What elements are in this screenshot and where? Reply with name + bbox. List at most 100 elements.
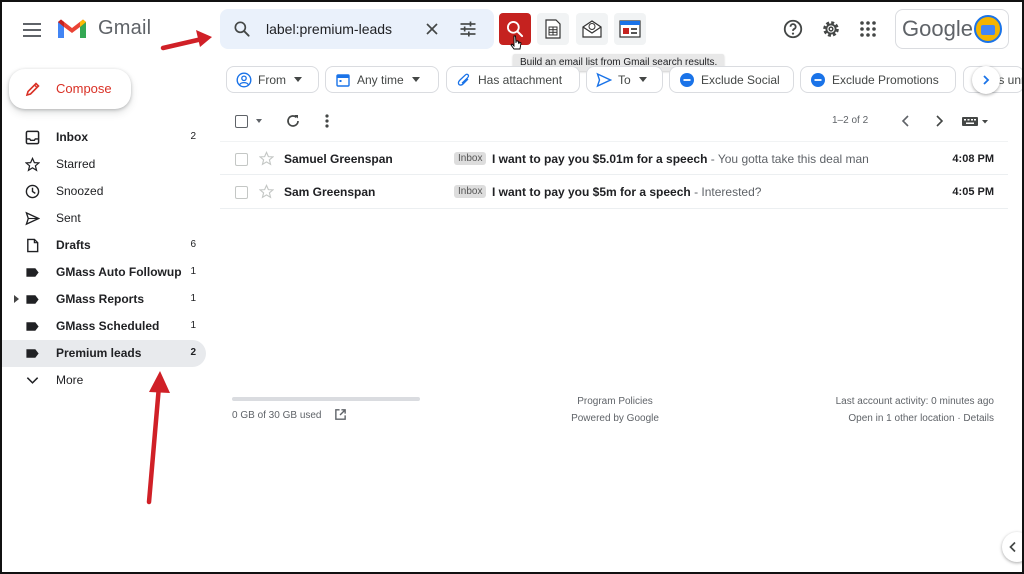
minus-circle-icon: [811, 72, 825, 87]
email-sender: Samuel Greenspan: [284, 152, 393, 166]
email-sender: Sam Greenspan: [284, 185, 376, 199]
email-snippet: - Interested?: [690, 185, 762, 199]
filter-to-chip[interactable]: To: [586, 66, 663, 93]
sidebar-item-label: Sent: [56, 211, 81, 225]
chip-label: Exclude Social: [701, 72, 780, 87]
search-icon[interactable]: [232, 19, 252, 39]
chevron-down-icon: [26, 377, 39, 384]
gmail-logo[interactable]: Gmail: [56, 15, 151, 41]
sidebar-item-label: Starred: [56, 157, 96, 171]
unread-count: 2: [190, 131, 196, 142]
filter-exclude-promotions-chip[interactable]: Exclude Promotions: [800, 66, 956, 93]
chip-label: Exclude Promotions: [832, 72, 939, 87]
filter-exclude-social-chip[interactable]: Exclude Social: [669, 66, 794, 93]
storage-usage-bar: [232, 397, 420, 401]
expand-caret-icon[interactable]: [14, 295, 19, 303]
search-options-icon[interactable]: [458, 19, 478, 39]
sidebar-item-label: More: [56, 373, 84, 387]
row-checkbox[interactable]: [235, 186, 248, 199]
gmass-sheets-button[interactable]: [537, 13, 569, 45]
dashboard-icon: [619, 20, 641, 38]
search-bar: [220, 9, 494, 49]
search-filter-chips: From Any time Has attachment To Exclude …: [226, 66, 1024, 94]
email-subject: I want to pay you $5m for a speech: [492, 185, 691, 199]
filter-any-time-chip[interactable]: Any time: [325, 66, 439, 93]
show-side-panel-button[interactable]: [1002, 532, 1024, 562]
powered-by-text: Powered by Google: [571, 413, 659, 424]
open-external-icon[interactable]: [334, 408, 347, 421]
sidebar-item-label: Inbox: [56, 130, 88, 144]
email-subject-line: I want to pay you $5m for a speech - Int…: [492, 185, 761, 199]
email-list: Samuel Greenspan Inbox I want to pay you…: [220, 141, 1008, 209]
storage-usage-text: 0 GB of 30 GB used: [232, 410, 322, 421]
sidebar-item-premium-leads[interactable]: Premium leads 2: [0, 340, 206, 367]
chevron-right-icon: [983, 75, 990, 85]
mouse-pointer-icon: [510, 35, 522, 50]
google-account-button[interactable]: Google: [895, 9, 1009, 49]
email-row[interactable]: Samuel Greenspan Inbox I want to pay you…: [220, 141, 1008, 175]
calendar-icon: [336, 73, 350, 87]
unread-count: 1: [190, 293, 196, 304]
gmail-m-icon: [58, 19, 86, 38]
chevron-right-icon[interactable]: [932, 114, 946, 128]
row-checkbox[interactable]: [235, 153, 248, 166]
help-icon[interactable]: [782, 18, 804, 40]
main-menu-button[interactable]: [20, 18, 44, 42]
inbox-label-badge[interactable]: Inbox: [454, 152, 487, 165]
sidebar-item-gmass-scheduled[interactable]: GMass Scheduled 1: [0, 313, 206, 340]
compose-button[interactable]: Compose: [9, 69, 131, 109]
gmass-dashboard-button[interactable]: [614, 13, 646, 45]
inbox-label-badge[interactable]: Inbox: [454, 185, 487, 198]
star-icon[interactable]: [259, 184, 274, 199]
compose-label: Compose: [56, 81, 112, 96]
sidebar-item-starred[interactable]: Starred: [0, 151, 206, 178]
clear-search-icon[interactable]: [422, 19, 442, 39]
select-all-checkbox[interactable]: [235, 115, 248, 128]
sidebar-item-snoozed[interactable]: Snoozed: [0, 178, 206, 205]
sidebar-item-more[interactable]: More: [0, 367, 206, 394]
unread-count: 1: [190, 320, 196, 331]
scroll-filters-right-button[interactable]: [972, 66, 1000, 94]
sidebar-item-gmass-auto-followup[interactable]: GMass Auto Followup 1: [0, 259, 206, 286]
search-input[interactable]: [266, 15, 416, 43]
open-envelope-icon: [582, 20, 602, 38]
chevron-left-icon[interactable]: [899, 114, 913, 128]
label-icon: [26, 349, 39, 358]
sidebar-item-drafts[interactable]: Drafts 6: [0, 232, 206, 259]
sidebar-item-gmass-reports[interactable]: GMass Reports 1: [0, 286, 206, 313]
sidebar-item-label: Snoozed: [56, 184, 104, 198]
keyboard-icon[interactable]: [961, 115, 991, 127]
chip-label: To: [618, 72, 631, 87]
filter-from-chip[interactable]: From: [226, 66, 319, 93]
apps-grid-icon[interactable]: [858, 19, 878, 39]
sidebar-item-label: Drafts: [56, 238, 91, 252]
sidebar-item-label: Premium leads: [56, 346, 142, 360]
email-row[interactable]: Sam Greenspan Inbox I want to pay you $5…: [220, 175, 1008, 209]
label-icon: [26, 268, 39, 277]
filter-has-attachment-chip[interactable]: Has attachment: [446, 66, 580, 93]
gmass-campaigns-button[interactable]: [576, 13, 608, 45]
sidebar-item-sent[interactable]: Sent: [0, 205, 206, 232]
draft-icon: [27, 238, 39, 253]
last-activity-text: Last account activity: 0 minutes ago: [835, 396, 994, 407]
chip-label: Any time: [357, 72, 404, 87]
spreadsheet-icon: [545, 19, 561, 39]
refresh-icon[interactable]: [285, 113, 301, 129]
sidebar-item-label: GMass Scheduled: [56, 319, 160, 333]
menu-line: [23, 35, 41, 37]
chip-label: Has attachment: [478, 72, 563, 87]
gmail-wordmark: Gmail: [98, 16, 152, 39]
chevron-left-icon: [1009, 541, 1016, 553]
program-policies-link[interactable]: Program Policies: [520, 393, 710, 410]
other-location-details-link[interactable]: Open in 1 other location · Details: [760, 410, 994, 427]
footer-links: Program Policies Powered by Google: [520, 393, 710, 427]
more-vert-icon[interactable]: [322, 113, 332, 129]
email-time: 4:05 PM: [952, 186, 994, 198]
chip-label: From: [258, 72, 286, 87]
sidebar-item-inbox[interactable]: Inbox 2: [0, 124, 206, 151]
select-menu-caret-icon[interactable]: [256, 119, 262, 123]
label-icon: [26, 322, 39, 331]
gear-icon[interactable]: [820, 18, 842, 40]
star-icon[interactable]: [259, 151, 274, 166]
email-subject-line: I want to pay you $5.01m for a speech - …: [492, 152, 869, 166]
